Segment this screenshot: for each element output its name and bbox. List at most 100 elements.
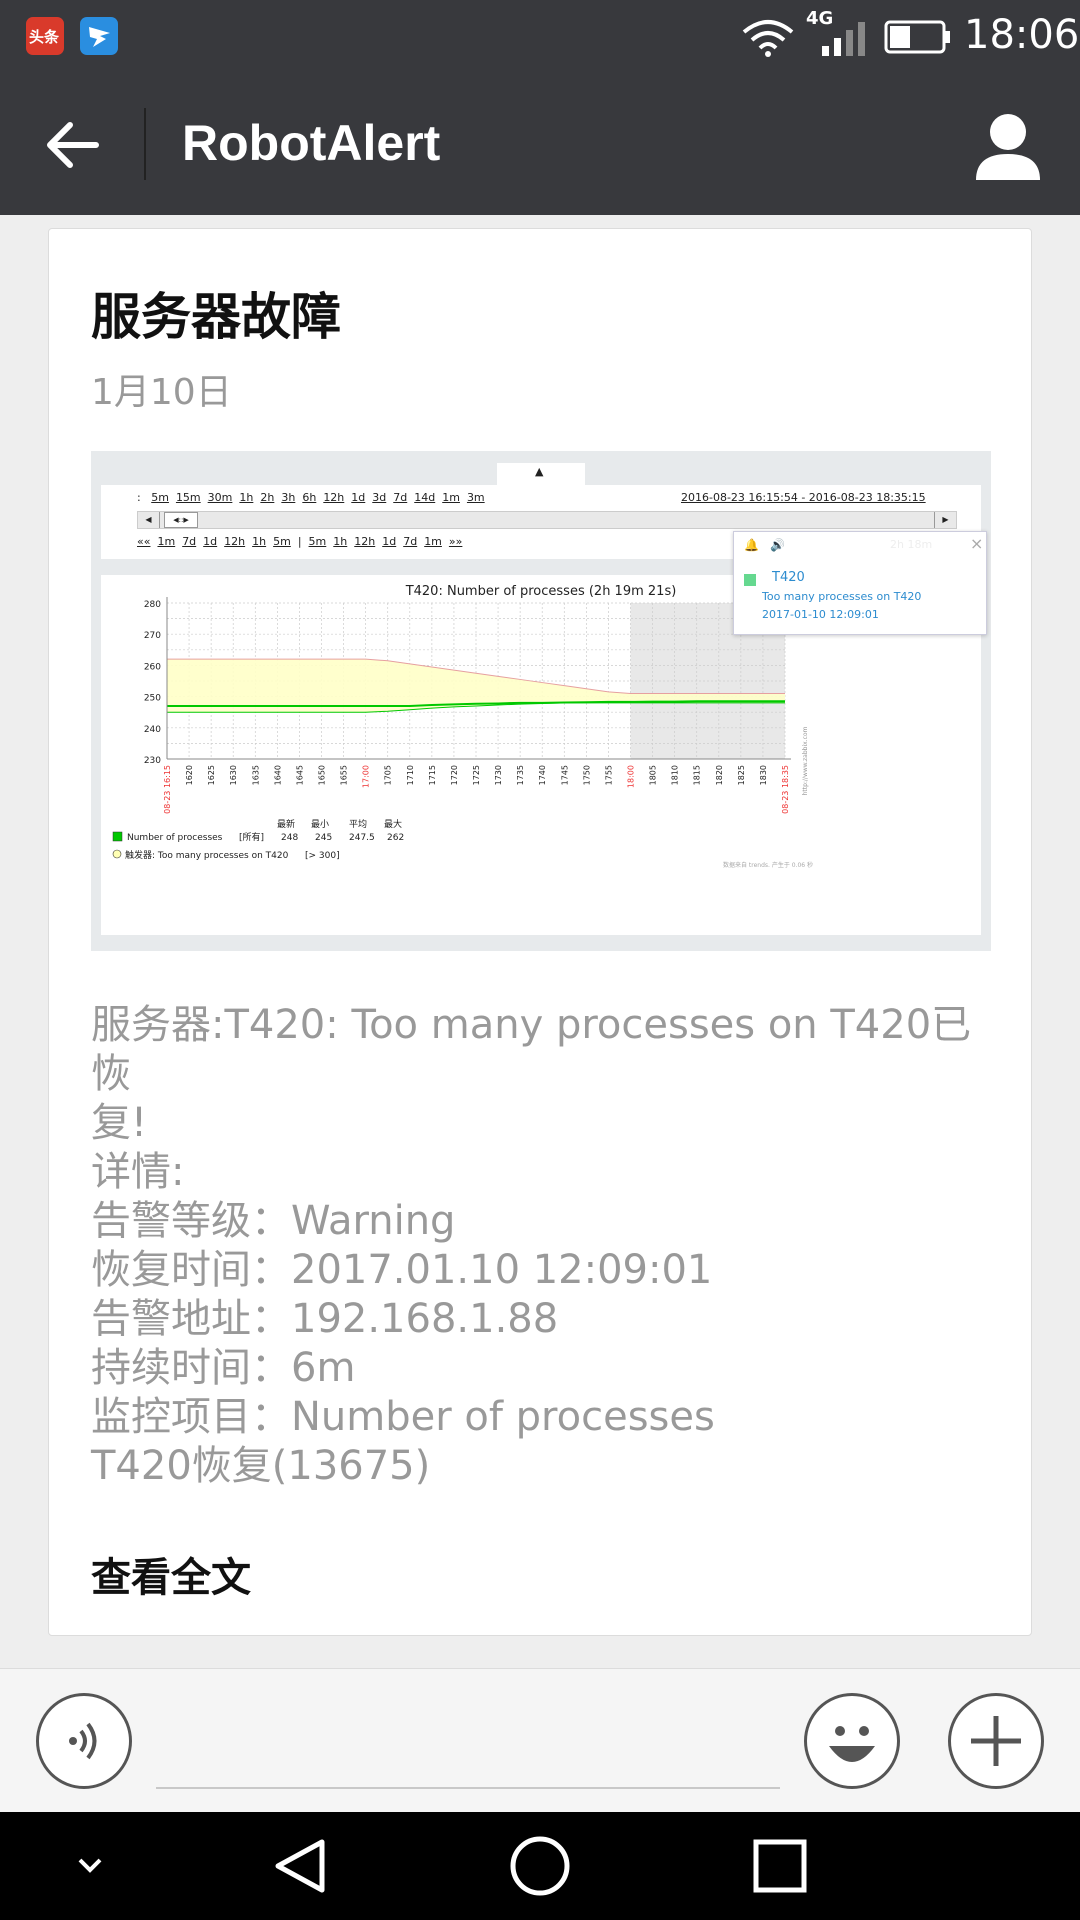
- legend-header: 最新: [277, 818, 295, 830]
- back-triangle-icon[interactable]: [268, 1836, 332, 1896]
- x-tick-label: 1720: [450, 765, 459, 785]
- x-tick-label: 1710: [406, 765, 415, 785]
- date-range: 2016-08-23 16:15:54 - 2016-08-23 18:35:1…: [681, 491, 926, 504]
- legend-header: 最大: [384, 818, 402, 830]
- period-nav-option[interactable]: 1m: [157, 535, 175, 548]
- period-nav-option[interactable]: 7d: [182, 535, 196, 548]
- zoom-option[interactable]: 1m: [442, 491, 460, 504]
- person-icon: [976, 114, 1040, 180]
- chart-footer: 数据来自 trends. 产生于 0.06 秒: [723, 861, 813, 869]
- home-circle-icon[interactable]: [508, 1834, 572, 1898]
- zoom-option[interactable]: 1d: [351, 491, 365, 504]
- profile-button[interactable]: [968, 110, 1048, 182]
- plus-icon: [971, 1716, 1021, 1766]
- period-nav-option[interactable]: 12h: [224, 535, 245, 548]
- zoom-option[interactable]: 2h: [260, 491, 274, 504]
- emoji-button[interactable]: [804, 1693, 900, 1789]
- collapse-tab[interactable]: ▲: [497, 463, 585, 485]
- period-nav-option[interactable]: »»: [449, 535, 462, 548]
- body-line: 服务器:T420: Too many processes on T420已恢: [91, 1002, 972, 1097]
- legend-value: 245: [315, 833, 332, 843]
- period-nav-option[interactable]: 1h: [252, 535, 266, 548]
- period-nav-option[interactable]: 1d: [382, 535, 396, 548]
- zoom-option[interactable]: 7d: [393, 491, 407, 504]
- legend-trigger: 触发器: Too many processes on T420: [125, 849, 289, 861]
- legend-header: 平均: [349, 818, 367, 830]
- popup-trigger[interactable]: Too many processes on T420: [762, 590, 921, 603]
- sound-icon[interactable]: 🔊: [770, 538, 785, 552]
- smiley-icon: [829, 1726, 875, 1762]
- x-tick-label: 1725: [472, 765, 481, 785]
- x-tick-label: 1805: [649, 765, 658, 785]
- body-line: 监控项目：Number of processes: [91, 1394, 715, 1440]
- voice-button[interactable]: [36, 1693, 132, 1789]
- zoom-option[interactable]: 3m: [467, 491, 485, 504]
- x-tick-label: 1740: [538, 765, 547, 785]
- zoom-option[interactable]: 6h: [302, 491, 316, 504]
- recents-square-icon[interactable]: [752, 1838, 808, 1894]
- period-nav-option[interactable]: 1d: [203, 535, 217, 548]
- body-line: 告警地址：192.168.1.88: [91, 1296, 559, 1342]
- period-nav-option[interactable]: ««: [137, 535, 150, 548]
- x-tick-label: 1730: [494, 765, 503, 785]
- period-nav-option[interactable]: 7d: [403, 535, 417, 548]
- legend-value: 248: [281, 833, 298, 843]
- zoom-label: :: [137, 491, 141, 504]
- x-tick-label: 1635: [251, 765, 260, 785]
- legend-value: 247.5: [349, 833, 375, 843]
- more-button[interactable]: [948, 1693, 1044, 1789]
- scroll-bar[interactable]: ◀ ◀::▶ ▶: [137, 511, 957, 529]
- back-button[interactable]: [30, 102, 116, 188]
- chart-image[interactable]: ▲ : 5m 15m 30m 1h 2h 3h 6h 12h 1d 3d 7d 14d 1m 3m 201…: [91, 451, 991, 951]
- body-line: 持续时间：6m: [91, 1345, 356, 1391]
- zoom-option[interactable]: 3d: [372, 491, 386, 504]
- x-tick-label: 1735: [516, 765, 525, 785]
- legend-swatch: [112, 831, 123, 842]
- zoom-option[interactable]: 5m: [151, 491, 169, 504]
- period-nav-option[interactable]: 12h: [354, 535, 375, 548]
- x-tick-label: 1650: [318, 765, 327, 785]
- zoom-option[interactable]: 1h: [239, 491, 253, 504]
- x-tick-label: 1705: [384, 765, 393, 785]
- popup-host[interactable]: T420: [772, 570, 805, 585]
- dingtalk-app-icon: [80, 17, 118, 55]
- close-icon[interactable]: ×: [970, 534, 983, 553]
- scroll-right-button[interactable]: ▶: [934, 512, 956, 528]
- period-nav-option[interactable]: 1h: [333, 535, 347, 548]
- read-more-link[interactable]: 查看全文: [91, 1545, 251, 1603]
- app-bar-divider: [144, 108, 146, 180]
- period-nav: «« 1m 7d 1d 12h 1h 5m | 5m 1h 12h 1d 7d 1m »»: [137, 535, 469, 548]
- period-nav-option[interactable]: 5m: [273, 535, 291, 548]
- message-title: 服务器故障: [91, 288, 341, 346]
- popup-faded-text: 2h 18m: [890, 538, 933, 551]
- period-nav-option[interactable]: 5m: [309, 535, 327, 548]
- x-tick-label: 17:00: [362, 765, 371, 788]
- x-tick-label: 1715: [428, 765, 437, 785]
- zoom-option[interactable]: 15m: [176, 491, 201, 504]
- zoom-option[interactable]: 30m: [208, 491, 233, 504]
- x-tick-label: 1620: [185, 765, 194, 785]
- system-nav-bar: [0, 1812, 1080, 1920]
- period-nav-option: |: [297, 535, 302, 548]
- legend-threshold: [> 300]: [305, 851, 340, 861]
- back-arrow-icon: [47, 122, 99, 168]
- legend-series: Number of processes: [127, 833, 223, 843]
- zoom-option[interactable]: 14d: [414, 491, 435, 504]
- period-nav-option[interactable]: 1m: [424, 535, 442, 548]
- x-tick-label: 1755: [604, 765, 613, 785]
- x-tick-label: 1830: [759, 765, 768, 785]
- status-bar: 头条 4G 18:06: [0, 0, 1080, 72]
- trigger-popup[interactable]: 🔔 🔊 2h 18m × T420 Too many processes on …: [733, 531, 987, 635]
- bell-icon[interactable]: 🔔: [744, 538, 759, 552]
- zoom-option[interactable]: 3h: [281, 491, 295, 504]
- body-line: 复!: [91, 1100, 148, 1146]
- message-input-underline[interactable]: [156, 1787, 780, 1789]
- x-tick-label: 1820: [715, 765, 724, 785]
- chevron-down-icon[interactable]: [70, 1850, 110, 1880]
- zoom-option[interactable]: 12h: [323, 491, 344, 504]
- message-card[interactable]: 服务器故障 1月10日 ▲ : 5m 15m 30m 1h 2h 3h 6h 12h 1d 3d 7…: [48, 228, 1032, 1636]
- scroll-left-button[interactable]: ◀: [138, 512, 160, 528]
- body-line: 恢复时间：2017.01.10 12:09:01: [91, 1247, 713, 1293]
- x-tick-label: 1645: [295, 765, 304, 785]
- scroll-thumb[interactable]: ◀::▶: [164, 512, 198, 528]
